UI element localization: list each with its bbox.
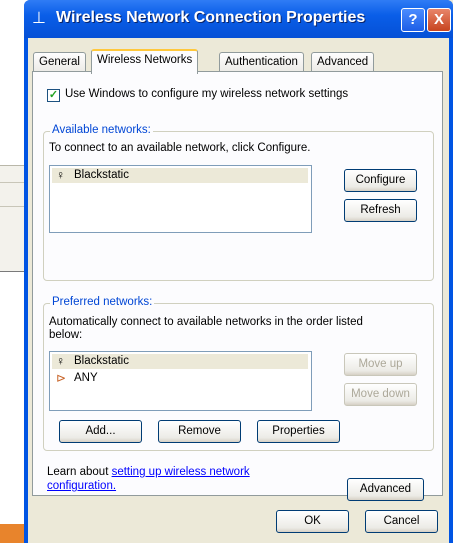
refresh-button[interactable]: Refresh — [344, 199, 417, 222]
add-button[interactable]: Add... — [59, 420, 142, 443]
dialog-client-area: General Wireless Networks Authentication… — [28, 38, 449, 543]
properties-dialog: ⊥ Wireless Network Connection Properties… — [24, 0, 453, 543]
learn-about-text: Learn about setting up wireless network — [47, 466, 250, 478]
tab-general[interactable]: General — [33, 52, 86, 72]
tab-advanced[interactable]: Advanced — [311, 52, 375, 72]
use-windows-checkbox[interactable]: ✓ — [47, 89, 60, 102]
advanced-button[interactable]: Advanced — [347, 478, 424, 501]
title-bar[interactable]: ⊥ Wireless Network Connection Properties… — [24, 0, 453, 38]
properties-button[interactable]: Properties — [257, 420, 340, 443]
network-connection-icon: ⊥ — [32, 10, 46, 27]
wireless-networks-panel: ✓ Use Windows to configure my wireless n… — [32, 71, 443, 501]
available-networks-list[interactable]: ♀ Blackstatic — [49, 165, 312, 233]
cancel-button[interactable]: Cancel — [365, 510, 438, 533]
ok-button[interactable]: OK — [276, 510, 349, 533]
available-networks-group: Available networks: To connect to an ava… — [43, 124, 434, 281]
preferred-networks-description-line1: Automatically connect to available netwo… — [49, 316, 363, 328]
wireless-antenna-icon: ♀ — [56, 168, 65, 182]
available-networks-title: Available networks: — [50, 124, 153, 136]
preferred-networks-description-line2: below: — [49, 329, 83, 341]
use-windows-label: Use Windows to configure my wireless net… — [65, 88, 349, 100]
window-title: Wireless Network Connection Properties — [56, 9, 366, 26]
close-button[interactable]: X — [427, 8, 451, 32]
list-item[interactable]: ♀ Blackstatic — [52, 354, 308, 369]
available-networks-description: To connect to an available network, clic… — [49, 142, 311, 154]
remove-button[interactable]: Remove — [158, 420, 241, 443]
list-item[interactable]: ⊳ ANY — [52, 371, 308, 386]
tab-wireless-networks[interactable]: Wireless Networks — [91, 49, 199, 74]
learn-about-text-line2: configuration. — [47, 480, 116, 492]
network-name: Blackstatic — [74, 169, 129, 181]
learn-about-prefix: Learn about — [47, 466, 112, 478]
ad-hoc-network-icon: ⊳ — [56, 371, 67, 385]
wireless-antenna-icon: ♀ — [56, 354, 65, 368]
move-down-button[interactable]: Move down — [344, 383, 417, 406]
list-item[interactable]: ♀ Blackstatic — [52, 168, 308, 183]
preferred-networks-list[interactable]: ♀ Blackstatic ⊳ ANY — [49, 351, 312, 411]
setup-wireless-link[interactable]: setting up wireless network — [112, 466, 250, 478]
network-name: ANY — [74, 372, 98, 384]
configuration-link[interactable]: configuration. — [47, 480, 116, 492]
preferred-networks-title: Preferred networks: — [50, 296, 155, 308]
help-button[interactable]: ? — [401, 8, 425, 32]
move-up-button[interactable]: Move up — [344, 353, 417, 376]
network-name: Blackstatic — [74, 355, 129, 367]
tab-authentication[interactable]: Authentication — [219, 52, 304, 72]
preferred-networks-group: Preferred networks: Automatically connec… — [43, 296, 434, 451]
configure-button[interactable]: Configure — [344, 169, 417, 192]
